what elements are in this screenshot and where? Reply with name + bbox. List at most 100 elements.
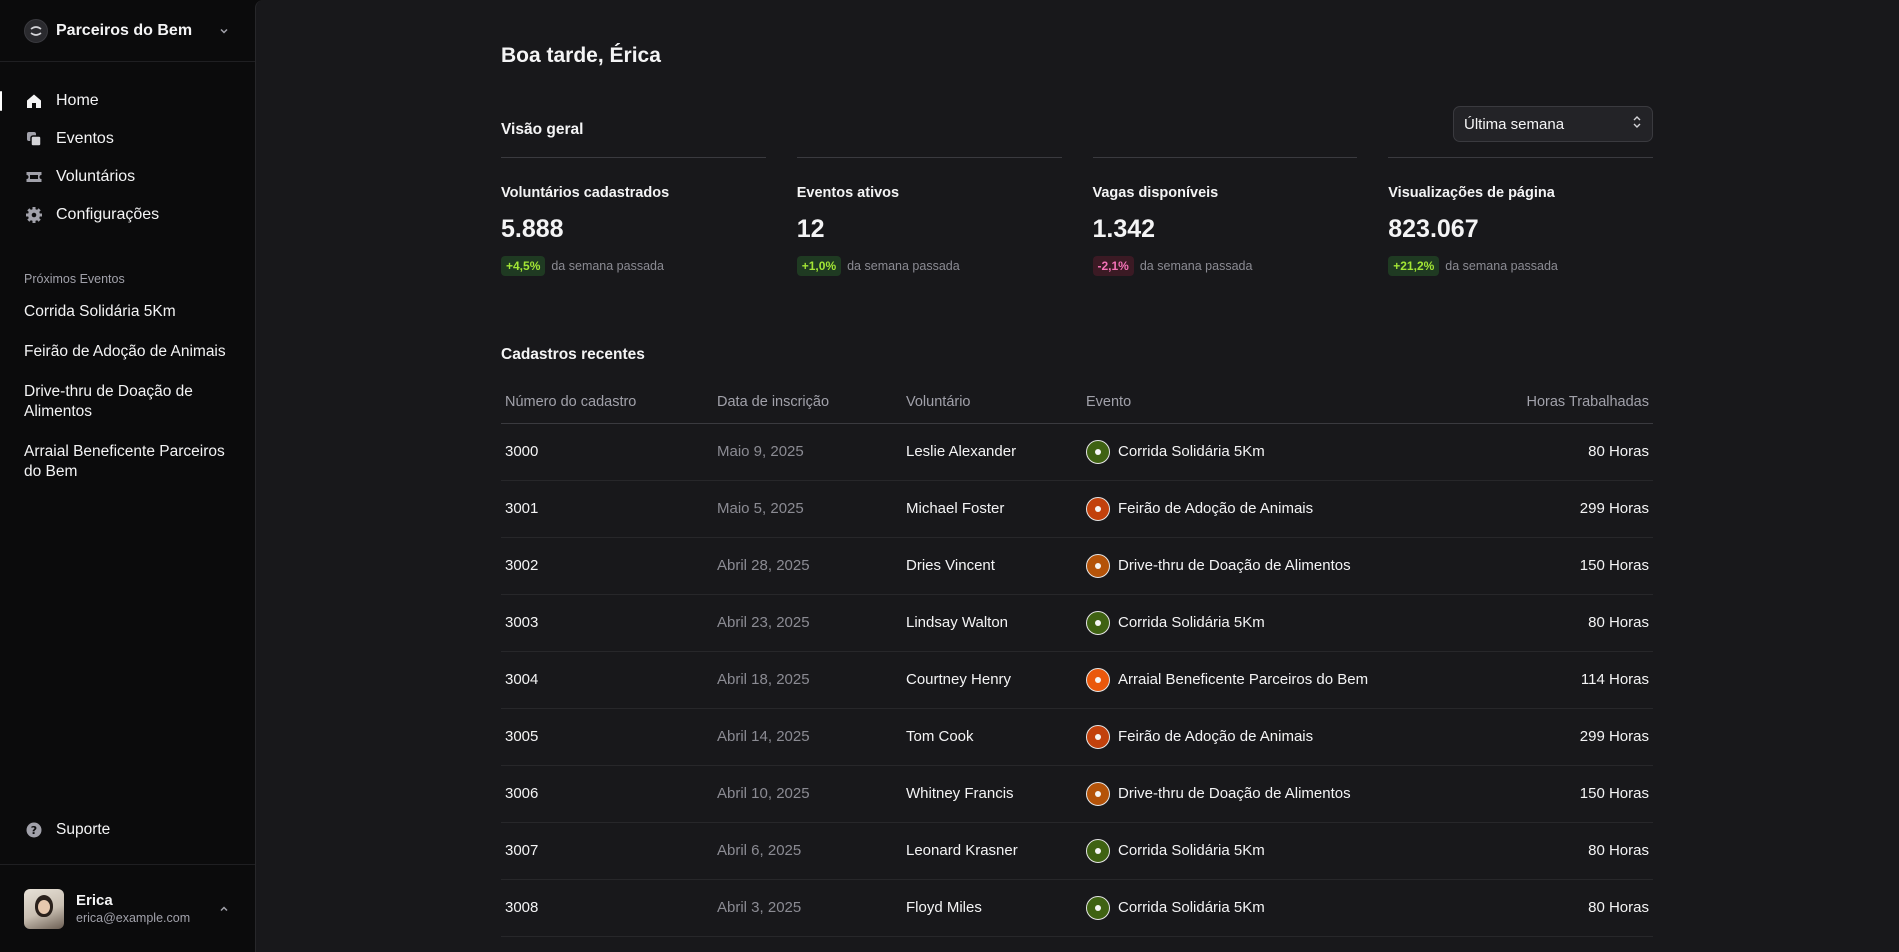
column-header-number: Número do cadastro — [501, 381, 713, 424]
event-cell: Corrida Solidária 5Km — [1082, 879, 1476, 937]
stat-card: Visualizações de página 823.067 +21,2% da… — [1388, 157, 1653, 276]
volunteer-name: Whitney Francis — [902, 765, 1082, 823]
upcoming-event-link[interactable]: Feirão de Adoção de Animais — [0, 336, 255, 368]
event-thumbnail-icon — [1086, 895, 1110, 920]
support-link[interactable]: ? Suporte — [0, 811, 255, 849]
upcoming-event-link[interactable]: Corrida Solidária 5Km — [0, 296, 255, 328]
table-row[interactable]: 3001 Maio 5, 2025 Michael Foster Feirão de … — [501, 480, 1653, 538]
stat-change-badge: +4,5% — [501, 256, 546, 276]
event-cell: Corrida Solidária 5Km — [1082, 423, 1476, 481]
registration-date: Abril 14, 2025 — [713, 708, 902, 766]
ticket-icon — [24, 167, 44, 187]
upcoming-event-link[interactable]: Drive-thru de Doação de Alimentos — [0, 376, 255, 428]
event-thumbnail-icon — [1086, 724, 1110, 749]
stat-label: Vagas disponíveis — [1092, 185, 1219, 201]
hours-worked: 80 Horas — [1475, 594, 1653, 652]
gear-icon — [24, 205, 44, 225]
event-thumbnail-icon — [1086, 496, 1110, 521]
column-header-date: Data de inscrição — [713, 381, 902, 424]
question-circle-icon: ? — [24, 820, 44, 840]
hours-worked: 299 Horas — [1475, 480, 1653, 538]
event-thumbnail-icon — [1086, 610, 1110, 635]
event-thumbnail-icon — [1086, 439, 1110, 464]
nav-item-eventos[interactable]: Eventos — [0, 120, 255, 158]
table-row[interactable]: 3007 Abril 6, 2025 Leonard Krasner Corrida … — [501, 822, 1653, 880]
registration-number: 3007 — [501, 822, 713, 880]
stat-change-suffix: da semana passada — [1139, 259, 1253, 273]
stat-value: 823.067 — [1388, 215, 1479, 243]
nav-item-label: Voluntários — [56, 168, 136, 185]
table-row[interactable]: 3006 Abril 10, 2025 Whitney Francis Drive-t… — [501, 765, 1653, 823]
stat-label: Visualizações de página — [1388, 185, 1555, 201]
event-cell: Drive-thru de Doação de Alimentos — [1082, 765, 1476, 823]
upcoming-event-link[interactable]: Arraial Beneficente Parceiros do Bem — [0, 436, 255, 488]
chevron-up-icon — [217, 902, 231, 916]
nav-item-voluntarios[interactable]: Voluntários — [0, 158, 255, 196]
nav-item-home[interactable]: Home — [0, 82, 255, 120]
svg-text:?: ? — [31, 824, 37, 837]
stat-change-suffix: da semana passada — [847, 259, 960, 273]
event-thumbnail-icon — [1086, 553, 1110, 578]
hours-worked: 150 Horas — [1475, 765, 1653, 823]
nav-item-configuracoes[interactable]: Configurações — [0, 196, 255, 234]
registration-date: Abril 3, 2025 — [713, 879, 902, 937]
brand-logo-icon — [24, 18, 48, 43]
column-header-event: Evento — [1082, 381, 1476, 424]
registration-number: 3001 — [501, 480, 713, 538]
table-row[interactable]: 3008 Abril 3, 2025 Floyd Miles Corrida Soli… — [501, 879, 1653, 937]
stat-label: Voluntários cadastrados — [501, 185, 670, 201]
nav-item-label: Home — [56, 92, 99, 109]
stat-value: 1.342 — [1092, 215, 1156, 243]
hours-worked: 114 Horas — [1475, 651, 1653, 709]
table-row[interactable]: 3004 Abril 18, 2025 Courtney Henry Arraial … — [501, 651, 1653, 709]
chevron-up-down-icon — [1632, 115, 1642, 133]
stat-change-suffix: da semana passada — [551, 259, 664, 273]
event-name: Corrida Solidária 5Km — [1118, 899, 1265, 916]
registration-date: Abril 6, 2025 — [713, 822, 902, 880]
stat-value: 12 — [796, 215, 825, 243]
avatar — [24, 888, 64, 929]
home-icon — [24, 91, 44, 111]
volunteer-name: Leonard Krasner — [902, 822, 1082, 880]
period-select[interactable]: Última semana — [1453, 106, 1653, 142]
table-row[interactable]: 3002 Abril 28, 2025 Dries Vincent Drive-thr… — [501, 537, 1653, 595]
volunteer-name: Floyd Miles — [902, 879, 1082, 937]
volunteer-name: Dries Vincent — [902, 537, 1082, 595]
event-name: Arraial Beneficente Parceiros do Bem — [1118, 671, 1369, 688]
event-thumbnail-icon — [1086, 838, 1110, 863]
event-name: Corrida Solidária 5Km — [1118, 443, 1265, 460]
user-menu[interactable]: Erica erica@example.com — [0, 864, 255, 952]
stat-change-badge: +1,0% — [796, 256, 842, 276]
registration-number: 3003 — [501, 594, 713, 652]
page-title: Boa tarde, Érica — [501, 44, 661, 67]
table-row[interactable]: 3000 Maio 9, 2025 Leslie Alexander Corrida … — [501, 423, 1653, 481]
main-content: Boa tarde, Érica Visão geral Última sema… — [255, 0, 1899, 952]
volunteer-name: Courtney Henry — [902, 651, 1082, 709]
registration-number: 3006 — [501, 765, 713, 823]
event-cell: Feirão de Adoção de Animais — [1082, 480, 1476, 538]
registration-date: Abril 28, 2025 — [713, 537, 902, 595]
registration-date: Abril 10, 2025 — [713, 765, 902, 823]
table-row[interactable]: 3005 Abril 14, 2025 Tom Cook Feirão de Adoç… — [501, 708, 1653, 766]
registration-number: 3002 — [501, 537, 713, 595]
table-row[interactable]: 3003 Abril 23, 2025 Lindsay Walton Corrida … — [501, 594, 1653, 652]
event-name: Feirão de Adoção de Animais — [1118, 500, 1314, 517]
volunteer-name: Lindsay Walton — [902, 594, 1082, 652]
hours-worked: 80 Horas — [1475, 822, 1653, 880]
stat-value: 5.888 — [501, 215, 564, 243]
team-switcher[interactable]: Parceiros do Bem — [0, 0, 255, 62]
registration-date: Abril 23, 2025 — [713, 594, 902, 652]
stat-card: Voluntários cadastrados 5.888 +4,5% da se… — [501, 157, 766, 276]
volunteer-name: Michael Foster — [902, 480, 1082, 538]
event-name: Drive-thru de Doação de Alimentos — [1118, 557, 1351, 574]
nav-item-label: Configurações — [56, 206, 160, 223]
stat-change-badge: +21,2% — [1388, 256, 1440, 276]
event-cell: Feirão de Adoção de Animais — [1082, 708, 1476, 766]
stat-change-suffix: da semana passada — [1445, 259, 1558, 273]
period-select-value: Última semana — [1464, 115, 1565, 133]
main-nav: Home Eventos Voluntários Configurações — [0, 62, 255, 234]
column-header-volunteer: Voluntário — [902, 381, 1082, 424]
volunteer-name: Tom Cook — [902, 708, 1082, 766]
event-cell: Arraial Beneficente Parceiros do Bem — [1082, 651, 1476, 709]
hours-worked: 80 Horas — [1475, 879, 1653, 937]
